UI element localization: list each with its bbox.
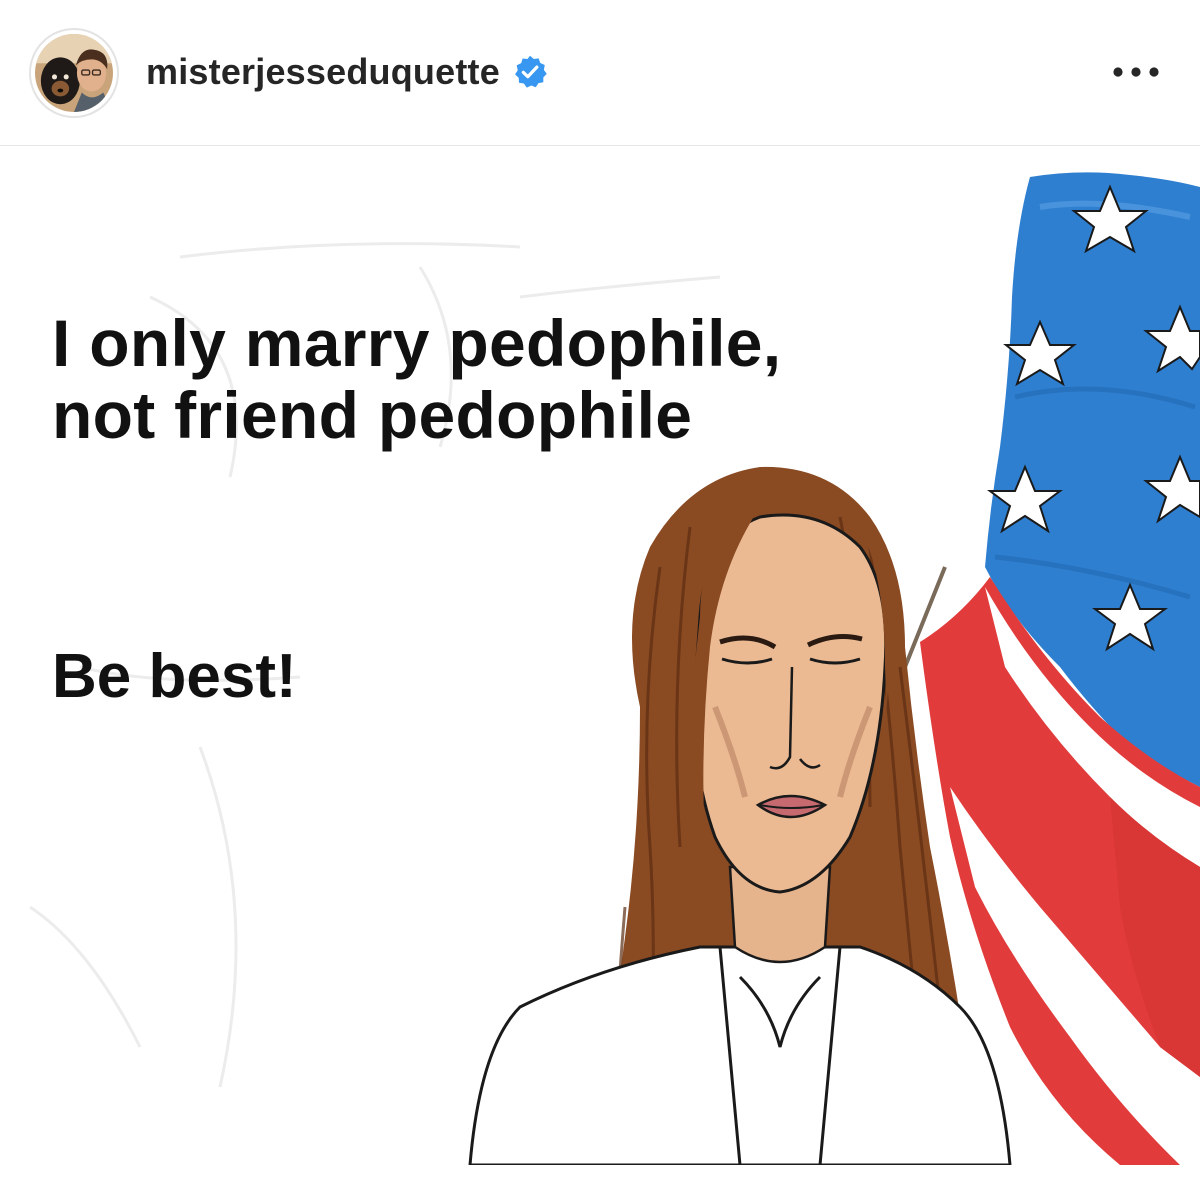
avatar[interactable]	[29, 28, 119, 118]
author-row: misterjesseduquette	[146, 46, 548, 98]
image-caption-tagline: Be best!	[52, 642, 297, 711]
post-header: misterjesseduquette	[0, 0, 1200, 146]
more-options-button[interactable]	[1108, 56, 1164, 88]
image-caption-line-2: not friend pedophile	[52, 378, 693, 452]
avatar-photo-icon	[35, 34, 113, 112]
post-footer-edge	[0, 1165, 1200, 1195]
image-caption-main: I only marry pedophile, not friend pedop…	[52, 307, 781, 451]
username-link[interactable]: misterjesseduquette	[146, 51, 500, 93]
instagram-post: misterjesseduquette I only marry pedophi…	[0, 0, 1200, 1195]
verified-badge-icon	[514, 55, 547, 88]
post-image[interactable]: I only marry pedophile, not friend pedop…	[0, 147, 1200, 1165]
more-options-icon	[1113, 67, 1159, 77]
image-caption-line-1: I only marry pedophile,	[52, 306, 782, 380]
